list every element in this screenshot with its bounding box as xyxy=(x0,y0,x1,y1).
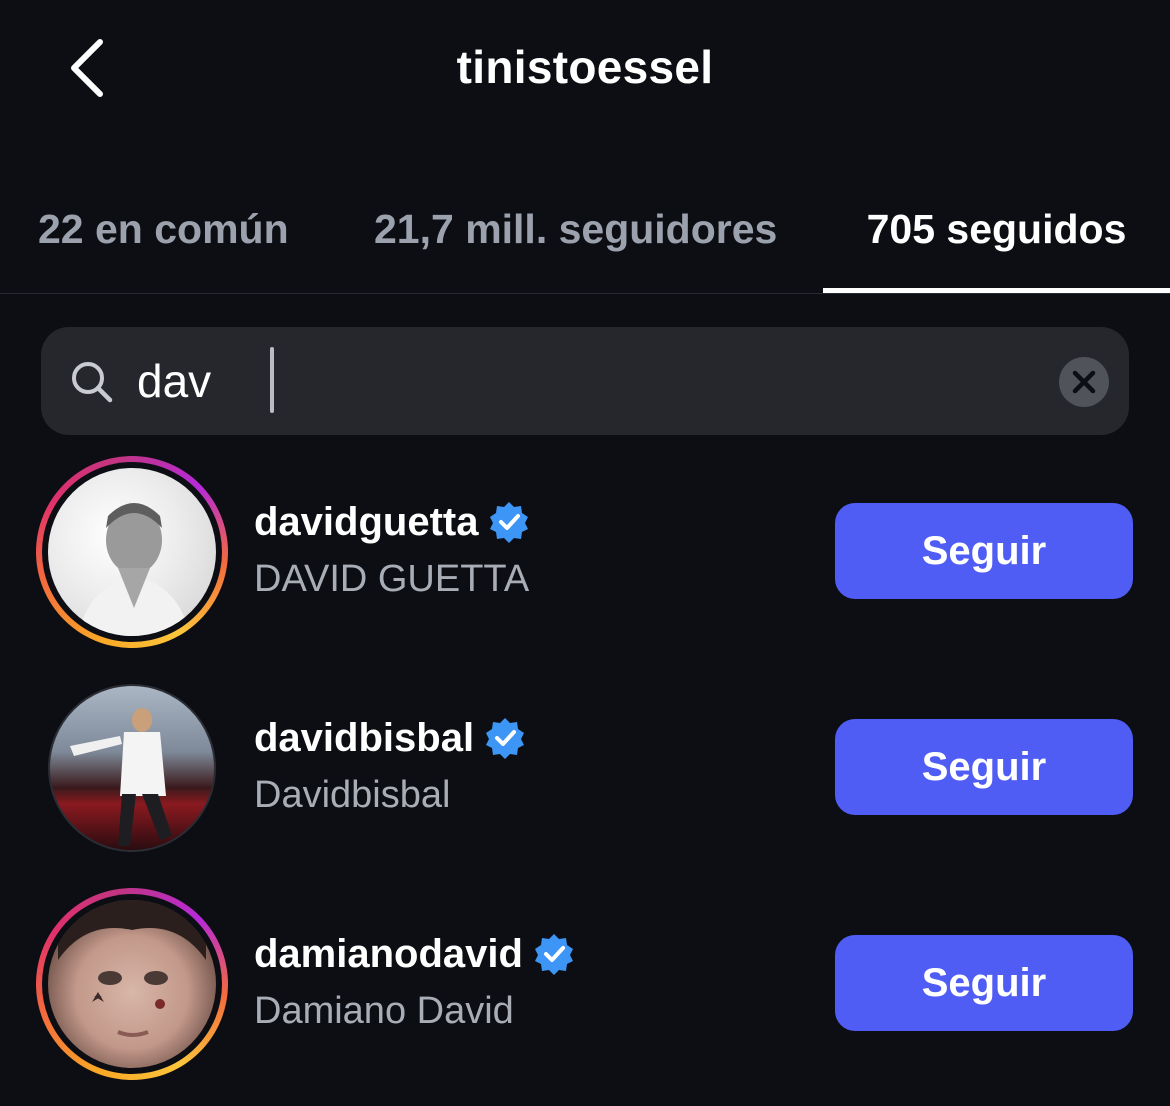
username-text: damianodavid xyxy=(254,932,523,976)
list-item[interactable]: damianodavid Damiano David Seguir xyxy=(0,888,1170,1084)
avatar-image xyxy=(48,900,216,1068)
avatar[interactable] xyxy=(36,456,228,648)
clear-search-button[interactable] xyxy=(1059,357,1109,407)
verified-badge-icon xyxy=(490,502,529,543)
tab-divider xyxy=(0,293,1170,294)
tab-followers[interactable]: 21,7 mill. seguidores xyxy=(374,180,777,294)
username[interactable]: davidguetta xyxy=(254,498,530,546)
user-names: damianodavid Damiano David xyxy=(254,930,575,1034)
user-names: davidguetta DAVID GUETTA xyxy=(254,498,530,602)
username-text: davidguetta xyxy=(254,500,479,544)
page-title: tinistoessel xyxy=(456,41,714,93)
follow-button[interactable]: Seguir xyxy=(835,503,1133,599)
avatar[interactable] xyxy=(36,672,228,864)
close-circle-icon xyxy=(1072,370,1096,394)
following-list-screen: tinistoessel 22 en común 21,7 mill. segu… xyxy=(0,0,1170,1106)
full-name: Davidbisbal xyxy=(254,774,451,816)
full-name: DAVID GUETTA xyxy=(254,558,530,600)
follow-button[interactable]: Seguir xyxy=(835,935,1133,1031)
user-names: davidbisbal Davidbisbal xyxy=(254,714,526,818)
avatar-image xyxy=(48,684,216,852)
avatar[interactable] xyxy=(36,888,228,1080)
list-item[interactable]: davidbisbal Davidbisbal Seguir xyxy=(0,672,1170,868)
header: tinistoessel xyxy=(0,0,1170,140)
follow-button[interactable]: Seguir xyxy=(835,719,1133,815)
verified-badge-icon xyxy=(534,934,573,975)
username-text: davidbisbal xyxy=(254,716,475,760)
tab-mutual[interactable]: 22 en común xyxy=(38,180,289,294)
username[interactable]: davidbisbal xyxy=(254,714,526,762)
search-bar[interactable] xyxy=(41,327,1129,435)
verified-badge-icon xyxy=(486,718,525,759)
list-item[interactable]: davidguetta DAVID GUETTA Seguir xyxy=(0,456,1170,652)
username[interactable]: damianodavid xyxy=(254,930,575,978)
tab-following[interactable]: 705 seguidos xyxy=(823,180,1170,294)
full-name: Damiano David xyxy=(254,990,514,1032)
tab-bar: 22 en común 21,7 mill. seguidores 705 se… xyxy=(0,180,1170,294)
search-icon xyxy=(72,362,113,403)
avatar-image xyxy=(48,468,216,636)
text-caret xyxy=(270,347,274,413)
